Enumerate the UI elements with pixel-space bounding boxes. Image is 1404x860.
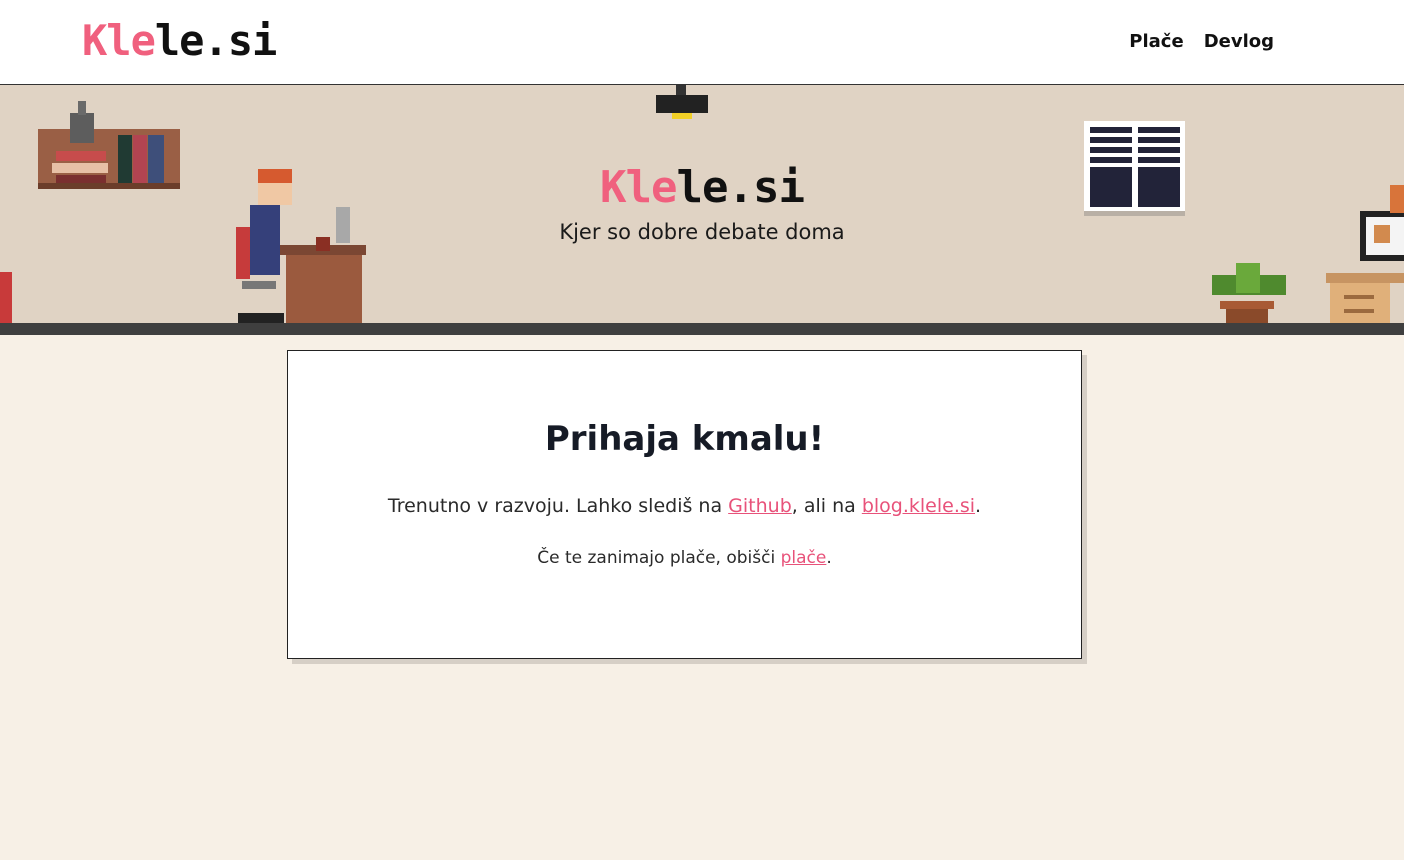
hero-title-rest: le.si: [676, 162, 805, 213]
hero-subtitle: Kjer so dobre debate doma: [559, 220, 845, 244]
line2-prefix: Če te zanimajo plače, obišči: [537, 548, 781, 568]
nav-link-devlog[interactable]: Devlog: [1204, 30, 1274, 54]
plant-icon: [1212, 263, 1286, 323]
line1-prefix: Trenutno v razvoju. Lahko slediš na: [387, 495, 729, 517]
card-line-salaries: Če te zanimajo plače, obišči plače.: [288, 546, 1081, 570]
line1-suffix: .: [975, 495, 982, 517]
logo-text: le.si: [154, 16, 277, 65]
ceiling-lamp-icon: [656, 85, 708, 119]
coming-soon-card: Prihaja kmalu! Trenutno v razvoju. Lahko…: [287, 350, 1082, 659]
line1-middle: , ali na: [791, 495, 862, 517]
salaries-link[interactable]: plače: [781, 548, 827, 568]
card-line-development: Trenutno v razvoju. Lahko slediš na Gith…: [288, 493, 1081, 519]
line2-suffix: .: [826, 548, 832, 568]
hero-title-accent: Kle: [600, 162, 677, 213]
top-navbar: Klele.si Plače Devlog: [0, 0, 1404, 85]
nav-link-place[interactable]: Plače: [1129, 30, 1183, 54]
main-nav: Plače Devlog: [1129, 30, 1274, 54]
card-heading: Prihaja kmalu!: [544, 419, 825, 459]
hero-banner: Klele.si Kjer so dobre debate doma: [0, 85, 1404, 335]
logo-accent-text: Kle: [82, 16, 156, 65]
github-link[interactable]: Github: [728, 495, 792, 517]
blog-link[interactable]: blog.klele.si: [862, 495, 975, 517]
site-logo[interactable]: Klele.si: [82, 16, 277, 65]
hero-title: Klele.si: [0, 163, 1404, 213]
